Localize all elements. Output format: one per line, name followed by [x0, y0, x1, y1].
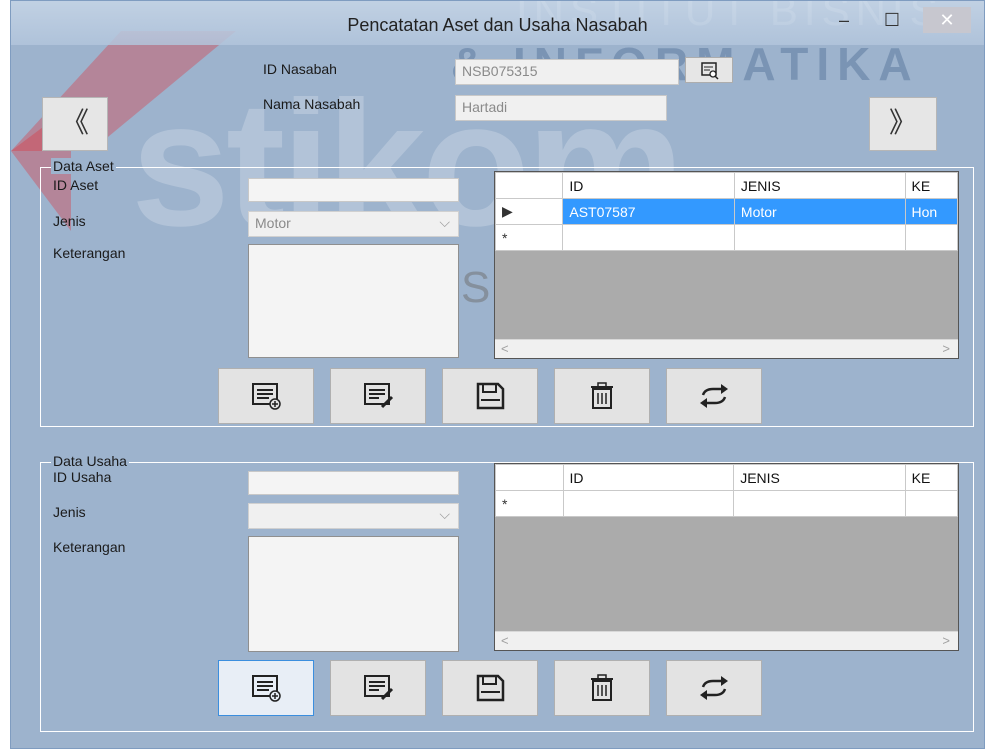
jenis-aset-select[interactable]: Motor ⌵ — [248, 211, 459, 237]
usaha-grid[interactable]: ID JENIS KE * < > — [494, 463, 959, 651]
table-cell[interactable]: Motor — [733, 198, 906, 225]
aset-delete-button[interactable] — [554, 368, 650, 424]
jenis-aset-value: Motor — [255, 215, 291, 231]
new-table-row[interactable]: * — [495, 224, 958, 251]
table-cell[interactable] — [904, 490, 958, 517]
scroll-left-icon[interactable]: < — [501, 633, 509, 648]
id-usaha-field[interactable] — [248, 471, 459, 495]
close-button[interactable]: ✕ — [923, 7, 971, 33]
maximize-button[interactable]: ☐ — [877, 7, 907, 33]
new-row-icon: * — [495, 224, 564, 251]
data-usaha-title: Data Usaha — [51, 453, 129, 469]
new-row-icon: * — [495, 490, 564, 517]
usaha-col-id[interactable]: ID — [562, 464, 735, 491]
id-nasabah-field[interactable]: NSB075315 — [455, 59, 679, 85]
id-aset-field[interactable] — [248, 178, 459, 202]
aset-grid[interactable]: ID JENIS KE ▶ AST07587 Motor Hon * < > — [494, 171, 959, 359]
jenis-usaha-select[interactable]: ⌵ — [248, 503, 459, 529]
next-button[interactable]: 》 — [869, 97, 937, 151]
table-cell[interactable] — [733, 490, 906, 517]
grid-corner — [495, 172, 564, 199]
search-nasabah-button[interactable] — [685, 57, 733, 83]
chevron-down-icon: ⌵ — [439, 506, 450, 522]
keterangan-aset-label: Keterangan — [53, 245, 126, 261]
aset-add-button[interactable] — [218, 368, 314, 424]
trash-icon — [591, 382, 613, 409]
refresh-icon — [700, 384, 728, 408]
nama-nasabah-field[interactable]: Hartadi — [455, 95, 667, 121]
aset-col-ke[interactable]: KE — [904, 172, 958, 199]
aset-save-button[interactable] — [442, 368, 538, 424]
nama-nasabah-label: Nama Nasabah — [263, 96, 361, 112]
table-cell[interactable]: AST07587 — [562, 198, 735, 225]
trash-icon — [591, 674, 613, 701]
keterangan-usaha-label: Keterangan — [53, 539, 126, 555]
keterangan-usaha-textarea[interactable] — [248, 536, 459, 652]
add-list-icon — [252, 675, 281, 702]
id-nasabah-label: ID Nasabah — [263, 61, 337, 77]
usaha-add-button[interactable] — [218, 660, 314, 716]
main-window: stikom INSTITUT BISNIS & INFORMATIKA SUR… — [10, 0, 985, 749]
chevron-down-icon: ⌵ — [439, 214, 450, 230]
edit-list-icon — [364, 383, 394, 409]
data-aset-title: Data Aset — [51, 158, 116, 174]
table-row[interactable]: ▶ AST07587 Motor Hon — [495, 198, 958, 225]
search-list-icon — [701, 62, 719, 80]
scroll-right-icon[interactable]: > — [942, 341, 950, 356]
usaha-col-ke[interactable]: KE — [904, 464, 958, 491]
save-icon — [476, 674, 505, 702]
aset-grid-hscroll[interactable]: < > — [495, 339, 958, 358]
keterangan-aset-textarea[interactable] — [248, 244, 459, 358]
previous-button[interactable]: 《 — [42, 97, 108, 151]
table-cell[interactable] — [904, 224, 958, 251]
usaha-delete-button[interactable] — [554, 660, 650, 716]
add-list-icon — [252, 383, 281, 410]
refresh-icon — [700, 676, 728, 700]
id-usaha-label: ID Usaha — [53, 469, 112, 485]
aset-edit-button[interactable] — [330, 368, 426, 424]
scroll-right-icon[interactable]: > — [942, 633, 950, 648]
usaha-edit-button[interactable] — [330, 660, 426, 716]
jenis-usaha-label: Jenis — [53, 504, 86, 520]
new-table-row[interactable]: * — [495, 490, 958, 517]
aset-grid-header: ID JENIS KE — [495, 172, 958, 199]
table-cell[interactable]: Hon — [904, 198, 958, 225]
minimize-button[interactable]: – — [829, 7, 859, 33]
usaha-grid-header: ID JENIS KE — [495, 464, 958, 491]
id-aset-label: ID Aset — [53, 177, 99, 193]
aset-col-jenis[interactable]: JENIS — [733, 172, 906, 199]
usaha-save-button[interactable] — [442, 660, 538, 716]
usaha-col-jenis[interactable]: JENIS — [733, 464, 906, 491]
jenis-aset-label: Jenis — [53, 213, 86, 229]
scroll-left-icon[interactable]: < — [501, 341, 509, 356]
usaha-refresh-button[interactable] — [666, 660, 762, 716]
row-pointer-icon: ▶ — [495, 198, 564, 225]
table-cell[interactable] — [562, 490, 735, 517]
usaha-grid-table: ID JENIS KE * — [495, 464, 958, 517]
usaha-grid-hscroll[interactable]: < > — [495, 631, 958, 650]
aset-refresh-button[interactable] — [666, 368, 762, 424]
table-cell[interactable] — [733, 224, 906, 251]
aset-col-id[interactable]: ID — [562, 172, 735, 199]
aset-grid-table: ID JENIS KE ▶ AST07587 Motor Hon * — [495, 172, 958, 251]
edit-list-icon — [364, 675, 394, 701]
table-cell[interactable] — [562, 224, 735, 251]
grid-corner — [495, 464, 564, 491]
save-icon — [476, 382, 505, 410]
